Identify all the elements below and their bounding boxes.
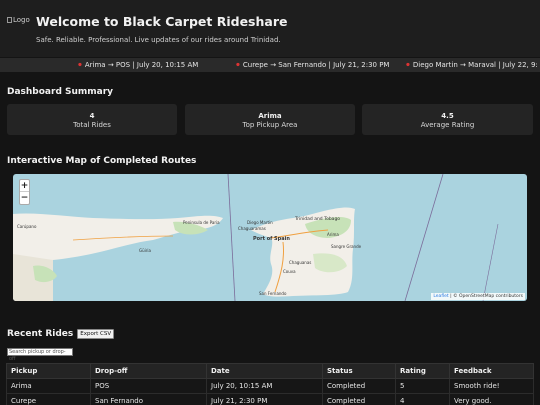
column-header-rating[interactable]: Rating [395,363,450,379]
site-header: Logo Welcome to Black Carpet Rideshare S… [0,0,540,57]
cell-status: Completed [322,393,396,405]
table-row[interactable]: Arima POS July 20, 10:15 AM Completed 5 … [6,378,534,394]
card-label: Total Rides [73,121,111,129]
cell-date: July 20, 10:15 AM [206,378,323,394]
cell-status: Completed [322,378,396,394]
car-icon: ⚫ [405,61,411,69]
map-label: Port of Spain [253,236,290,242]
map-label: San Fernando [259,291,287,296]
cell-dropoff: POS [90,378,207,394]
map-label: Güiria [139,248,151,253]
cell-pickup: Arima [6,378,91,394]
search-input[interactable]: Search pickup or drop-off [7,348,73,362]
logo-alt-text: Logo [13,16,30,24]
column-header-status[interactable]: Status [322,363,396,379]
column-header-date[interactable]: Date [206,363,323,379]
border-line [227,174,236,301]
summary-card-avg-rating: 4.5 Average Rating [362,104,533,135]
cell-date: July 21, 2:30 PM [206,393,323,405]
card-label: Average Rating [420,121,475,129]
ticker-item: ⚫ Diego Martin → Maraval | July 22, 9: [405,61,538,69]
summary-card-total-rides: 4 Total Rides [7,104,177,135]
border-line [404,174,444,301]
cell-dropoff: San Fernando [90,393,207,405]
leaflet-link[interactable]: Leaflet [433,294,448,299]
rides-table: Pickup Drop-off Date Status Rating Feedb… [6,363,534,405]
map-attribution: Leaflet | © OpenStreetMap contributors [431,293,525,300]
ticker-text: Diego Martin → Maraval | July 22, 9: [412,61,538,69]
card-label: Top Pickup Area [242,121,298,129]
map-label: Arima [327,232,339,237]
broken-image-icon [7,17,12,23]
card-value: Arima [258,112,282,120]
routes-map[interactable]: Trinidad and Tobago Port of Spain Arima … [13,174,527,301]
dashboard-title: Dashboard Summary [7,87,114,97]
ticker-item: ⚫ Arima → POS | July 20, 10:15 AM [77,61,198,69]
cell-rating: 5 [395,378,450,394]
map-label: Chaguanas [289,260,312,265]
zoom-control: + − [19,179,30,205]
card-value: 4 [89,112,95,120]
map-label: Trinidad and Tobago [295,217,341,222]
car-icon: ⚫ [77,61,83,69]
map-label: Couva [283,269,296,274]
ticker-item: ⚫ Curepe → San Fernando | July 21, 2:30 P… [235,61,389,69]
map-label: Sangre Grande [331,244,362,249]
site-subtitle: Safe. Reliable. Professional. Live updat… [36,36,281,44]
column-header-feedback[interactable]: Feedback [449,363,534,379]
map-label: Peninsula de Paria [183,220,220,225]
border-line [482,223,499,301]
zoom-out-button[interactable]: − [20,192,29,204]
cell-feedback: Very good. [449,393,534,405]
recent-rides-header: Recent Rides Export CSV [7,329,115,339]
logo: Logo [7,16,30,24]
car-icon: ⚫ [235,61,241,69]
card-value: 4.5 [441,112,454,120]
map-label: Carúpano [17,224,37,229]
cell-feedback: Smooth ride! [449,378,534,394]
ticker-text: Arima → POS | July 20, 10:15 AM [84,61,199,69]
summary-card-top-pickup: Arima Top Pickup Area [185,104,355,135]
table-header-row: Pickup Drop-off Date Status Rating Feedb… [6,363,534,379]
export-csv-button[interactable]: Export CSV [77,329,115,339]
recent-rides-title: Recent Rides [7,329,74,339]
osm-attribution[interactable]: | © OpenStreetMap contributors [450,294,523,299]
cell-pickup: Curepe [6,393,91,405]
site-title: Welcome to Black Carpet Rideshare [36,14,288,29]
park-area [33,265,57,283]
column-header-dropoff[interactable]: Drop-off [90,363,207,379]
ride-ticker: ⚫ Arima → POS | July 20, 10:15 AM ⚫ Curepe… [0,58,540,72]
table-row[interactable]: Curepe San Fernando July 21, 2:30 PM Com… [6,393,534,405]
column-header-pickup[interactable]: Pickup [6,363,91,379]
map-label: Chaguaramas [238,226,266,231]
map-label: Diego Martin [247,220,273,225]
zoom-in-button[interactable]: + [20,180,29,192]
cell-rating: 4 [395,393,450,405]
map-title: Interactive Map of Completed Routes [7,156,197,166]
ticker-text: Curepe → San Fernando | July 21, 2:30 PM [242,61,390,69]
